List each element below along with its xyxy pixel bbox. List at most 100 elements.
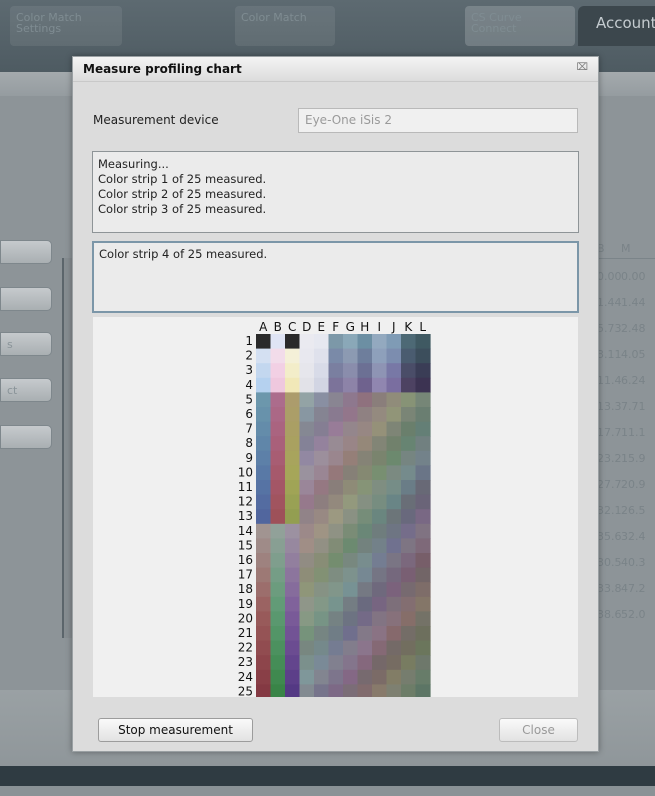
color-patch bbox=[270, 626, 286, 642]
color-patch bbox=[343, 640, 359, 656]
table-cell: 5.73 bbox=[597, 322, 622, 335]
profiling-chart-preview: A B C D E F G H I J K L 1 2 3 4 5 6 7 8 9 10 11 12 13 14 15 16 17 18 1… bbox=[93, 317, 578, 697]
footer-band bbox=[0, 766, 655, 786]
log-line: Measuring... bbox=[98, 157, 169, 171]
color-patch bbox=[285, 465, 301, 481]
color-patch bbox=[328, 523, 344, 539]
color-patch bbox=[386, 348, 402, 364]
color-patch bbox=[386, 596, 402, 612]
color-patch bbox=[401, 538, 417, 554]
color-patch bbox=[270, 611, 286, 627]
color-patch bbox=[270, 509, 286, 525]
color-patch bbox=[314, 655, 330, 671]
close-button[interactable]: Close bbox=[499, 718, 578, 742]
color-patch bbox=[372, 523, 388, 539]
side-button-4[interactable]: ct bbox=[0, 378, 52, 402]
table-cell: 52.0 bbox=[621, 608, 646, 621]
color-patch bbox=[328, 655, 344, 671]
stop-measurement-button[interactable]: Stop measurement bbox=[98, 718, 253, 742]
color-patch bbox=[256, 582, 272, 598]
color-patch bbox=[256, 509, 272, 525]
color-patch bbox=[357, 553, 373, 569]
color-patch bbox=[299, 626, 315, 642]
color-patch bbox=[328, 626, 344, 642]
color-patch bbox=[343, 611, 359, 627]
color-patch bbox=[328, 480, 344, 496]
chart-row-label: 8 bbox=[245, 436, 253, 450]
color-patch bbox=[328, 407, 344, 423]
side-button-1[interactable] bbox=[0, 240, 52, 264]
color-patch bbox=[343, 626, 359, 642]
color-patch bbox=[415, 334, 431, 350]
color-patch bbox=[386, 407, 402, 423]
color-patch bbox=[299, 582, 315, 598]
color-patch bbox=[328, 640, 344, 656]
table-row: 1.44 1.44 bbox=[597, 292, 655, 318]
chart-row-label: 11 bbox=[238, 480, 253, 494]
color-patch bbox=[270, 582, 286, 598]
color-patch bbox=[285, 392, 301, 408]
color-patch bbox=[372, 582, 388, 598]
color-patch bbox=[314, 465, 330, 481]
color-patch bbox=[256, 669, 272, 685]
color-patch bbox=[343, 407, 359, 423]
chart-row-label: 16 bbox=[238, 553, 253, 567]
color-patch bbox=[372, 334, 388, 350]
color-patch bbox=[386, 363, 402, 379]
table-cell: 3.11 bbox=[597, 348, 622, 361]
account-menu[interactable]: Account bbox=[578, 6, 655, 46]
color-patch bbox=[256, 450, 272, 466]
tab-color-match-settings[interactable]: Color Match Settings bbox=[10, 6, 122, 46]
side-button-3[interactable]: s bbox=[0, 332, 52, 356]
close-icon[interactable]: ⌧ bbox=[576, 62, 588, 73]
color-patch bbox=[357, 436, 373, 452]
chart-column-label: D bbox=[302, 320, 311, 334]
chart-column-label: I bbox=[377, 320, 381, 334]
tab-cs-curve-connect[interactable]: CS Curve Connect bbox=[465, 6, 575, 46]
color-patch bbox=[314, 523, 330, 539]
color-patch bbox=[285, 523, 301, 539]
color-patch bbox=[415, 582, 431, 598]
color-patch bbox=[343, 596, 359, 612]
color-patch bbox=[314, 640, 330, 656]
table-row: 11.4 6.24 bbox=[597, 370, 655, 396]
dialog-title: Measure profiling chart bbox=[83, 62, 242, 76]
side-button-2[interactable] bbox=[0, 287, 52, 311]
chart-row-label: 19 bbox=[238, 597, 253, 611]
color-patch bbox=[314, 553, 330, 569]
color-patch bbox=[357, 334, 373, 350]
color-patch bbox=[372, 421, 388, 437]
color-patch bbox=[372, 626, 388, 642]
color-patch bbox=[270, 640, 286, 656]
color-patch bbox=[299, 480, 315, 496]
table-cell: 4.05 bbox=[621, 348, 646, 361]
color-patch bbox=[401, 567, 417, 583]
color-patch bbox=[328, 538, 344, 554]
color-patch bbox=[328, 669, 344, 685]
color-patch bbox=[285, 582, 301, 598]
color-patch bbox=[372, 684, 388, 697]
table-row: 5.73 2.48 bbox=[597, 318, 655, 344]
color-patch bbox=[270, 436, 286, 452]
color-patch bbox=[285, 377, 301, 393]
color-patch bbox=[343, 465, 359, 481]
tab-color-match[interactable]: Color Match bbox=[235, 6, 335, 46]
color-patch bbox=[256, 611, 272, 627]
table-row: 13.3 7.71 bbox=[597, 396, 655, 422]
footer-strip bbox=[0, 786, 655, 796]
color-patch bbox=[386, 436, 402, 452]
dialog-titlebar[interactable]: Measure profiling chart ⌧ bbox=[73, 57, 598, 82]
color-patch bbox=[357, 523, 373, 539]
side-button-5[interactable] bbox=[0, 425, 52, 449]
chart-row-label: 15 bbox=[238, 538, 253, 552]
table-cell: 33.8 bbox=[597, 582, 622, 595]
color-patch bbox=[328, 553, 344, 569]
color-patch bbox=[415, 465, 431, 481]
table-cell: 0.00 bbox=[597, 270, 622, 283]
color-patch bbox=[401, 436, 417, 452]
color-patch bbox=[415, 363, 431, 379]
color-patch bbox=[386, 640, 402, 656]
color-patch bbox=[386, 465, 402, 481]
color-patch bbox=[386, 611, 402, 627]
color-patch bbox=[285, 450, 301, 466]
